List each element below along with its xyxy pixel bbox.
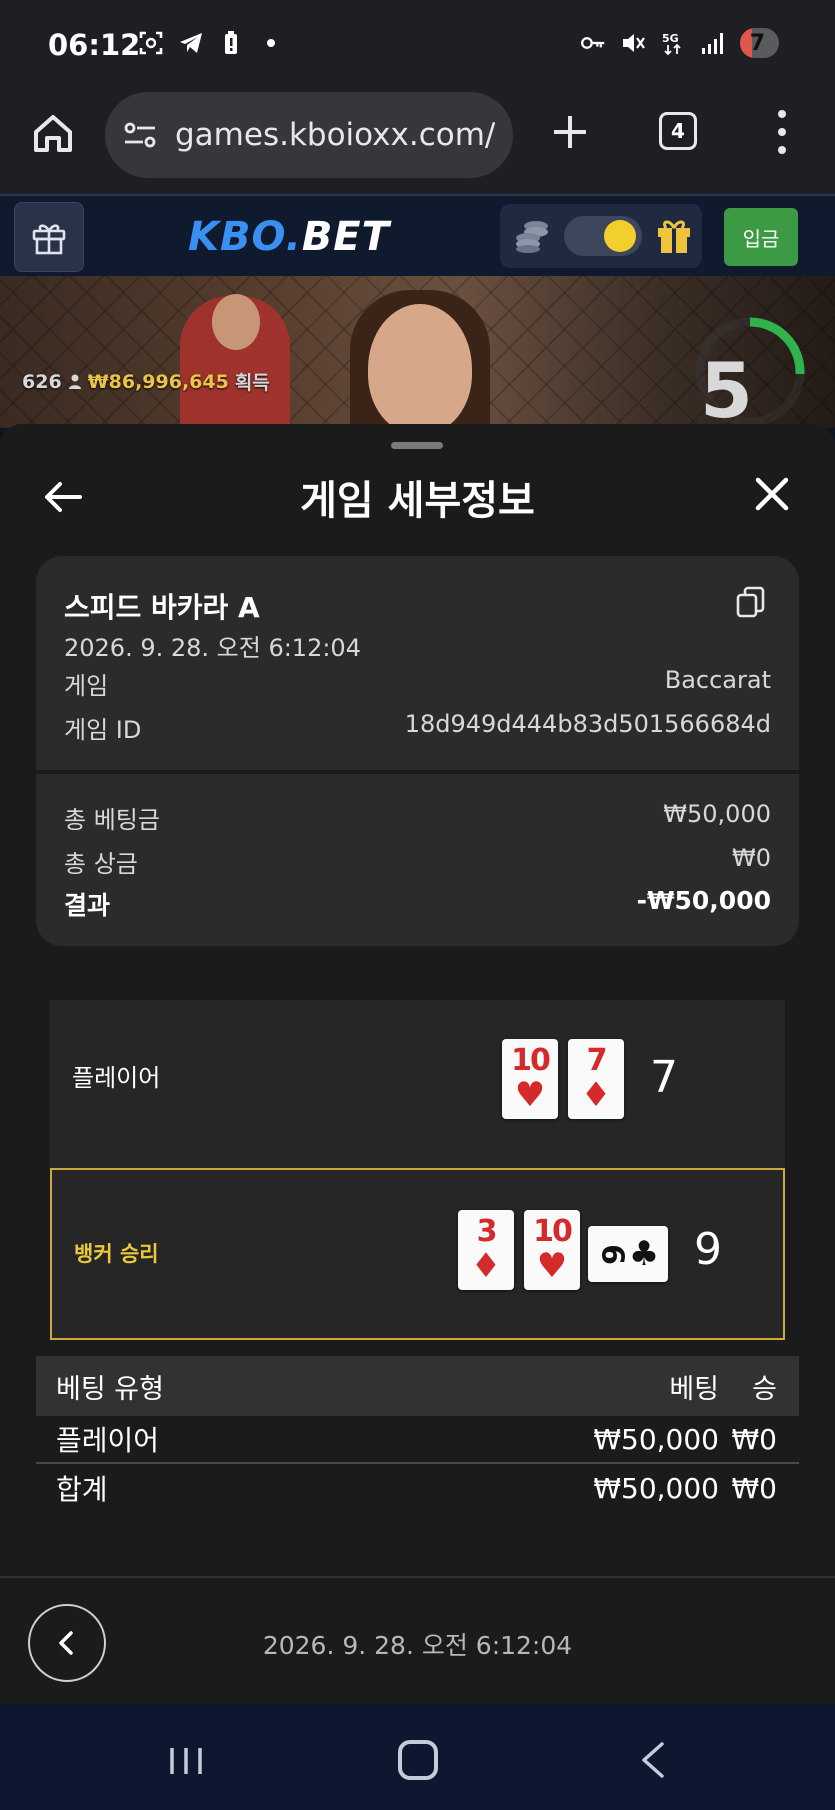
game-type-label: 게임 [64,672,109,700]
playing-card: 10 ♥ [524,1210,580,1290]
total-bet-row: 총 베팅금 ₩50,000 [64,800,771,835]
battery-level: 7 [749,30,765,56]
recents-icon[interactable] [166,1746,206,1776]
footer-divider [0,1576,835,1578]
site-header: KBO.BET 입금 [0,194,835,276]
total-bet-label: 총 베팅금 [64,806,160,834]
theme-toggle[interactable] [564,216,642,256]
live-video-preview[interactable]: 626 ₩86,996,645 획득 5 [0,276,835,428]
copy-icon[interactable] [736,586,766,618]
home-button[interactable] [398,1740,438,1780]
card-divider [36,770,799,774]
playing-card: 3 ♦ [458,1210,514,1290]
bonus-gift-icon[interactable] [654,216,694,256]
address-bar[interactable]: games.kboioxx.com/ [105,92,513,178]
game-type-value: Baccarat [664,666,771,694]
player-score: 7 [650,1052,678,1103]
game-date: 2026. 9. 28. 오전 6:12:04 [64,634,361,662]
playing-card-rotated: 6 ♣ [588,1226,668,1282]
close-icon[interactable] [752,474,792,514]
site-settings-icon[interactable] [123,120,157,150]
status-left-icons [138,30,284,56]
countdown-number: 5 [700,346,753,428]
battery-alert-icon [225,31,237,54]
mute-icon [622,34,645,52]
header-win: 승 [752,1373,777,1405]
footer-date: 2026. 9. 28. 오전 6:12:04 [262,1631,573,1660]
sheet-title: 게임 세부정보 [300,478,535,524]
header-tools [500,204,702,268]
browser-toolbar: games.kboioxx.com/ 4 [0,88,835,194]
win-amount: ₩86,996,645 [87,370,229,393]
browser-menu-icon[interactable] [772,110,792,154]
result-value: -₩50,000 [636,886,771,915]
signal-icon [701,33,723,54]
system-navigation-bar [0,1704,835,1810]
game-id-label: 게임 ID [64,716,142,744]
playing-card: 7 ♦ [568,1039,624,1119]
live-stats: 626 ₩86,996,645 획득 [22,368,270,395]
sheet-grabber[interactable] [391,442,443,449]
game-name: 스피드 바카라 A [64,591,260,624]
tab-count: 4 [671,119,685,143]
banker-score: 9 [694,1224,722,1275]
status-time: 06:12 [48,28,141,62]
tab-switcher-button[interactable]: 4 [659,112,697,150]
home-icon[interactable] [30,110,76,156]
deposit-button[interactable]: 입금 [724,208,798,266]
table-total-row: 합계 ₩50,000 ₩0 [56,1471,777,1507]
status-bar: 06:12 5G 7 [0,0,835,88]
game-type-row: 게임 Baccarat [64,666,771,701]
game-id-value: 18d949d444b83d501566684d [404,710,771,738]
key-icon [580,37,604,49]
game-info-card: 스피드 바카라 A 2026. 9. 28. 오전 6:12:04 게임 Bac… [36,556,799,946]
playing-card: 10 ♥ [502,1039,558,1119]
table-row: 플레이어 ₩50,000 ₩0 [36,1416,799,1464]
result-label: 결과 [64,891,111,920]
total-win-value: ₩0 [732,844,771,872]
total-bet-value: ₩50,000 [663,800,771,828]
game-details-sheet: 게임 세부정보 스피드 바카라 A 2026. 9. 28. 오전 6:12:0… [0,424,835,1704]
total-win-row: 총 상금 ₩0 [64,844,771,879]
promotions-button[interactable] [14,202,84,272]
status-right-icons: 5G 7 [580,28,779,58]
5g-icon: 5G [662,32,681,56]
banker-hand: 뱅커 승리 3 ♦ 10 ♥ 6 ♣ 9 [50,1168,785,1340]
total-win-label: 총 상금 [64,850,138,878]
player-hand-label: 플레이어 [72,1064,161,1092]
telegram-icon [180,33,202,53]
win-amount-suffix: 획득 [234,372,270,394]
header-bet: 베팅 [669,1373,719,1405]
site-logo[interactable]: KBO.BET [188,214,390,260]
result-row: 결과 -₩50,000 [64,886,771,922]
player-hand: 플레이어 10 ♥ 7 ♦ 7 [50,1000,785,1172]
game-id-row: 게임 ID 18d949d444b83d501566684d [64,710,771,745]
player-count: 626 [22,370,62,393]
dot-icon [267,39,275,47]
screenshot-icon [139,31,163,55]
back-icon[interactable] [636,1740,670,1780]
bet-table-header: 베팅 유형 베팅 승 [36,1356,799,1416]
bet-table: 베팅 유형 베팅 승 플레이어 ₩50,000 ₩0 합계 ₩50,000 ₩0 [36,1356,799,1512]
coins-icon[interactable] [512,218,552,254]
header-bet-type: 베팅 유형 [56,1373,164,1405]
url-text[interactable]: games.kboioxx.com/ [175,117,495,153]
person-icon [68,374,81,389]
banker-win-label: 뱅커 승리 [74,1242,159,1266]
svg-text:5G: 5G [662,32,679,45]
gift-icon [32,224,66,255]
new-tab-icon[interactable] [548,110,592,154]
battery-indicator: 7 [739,28,779,58]
